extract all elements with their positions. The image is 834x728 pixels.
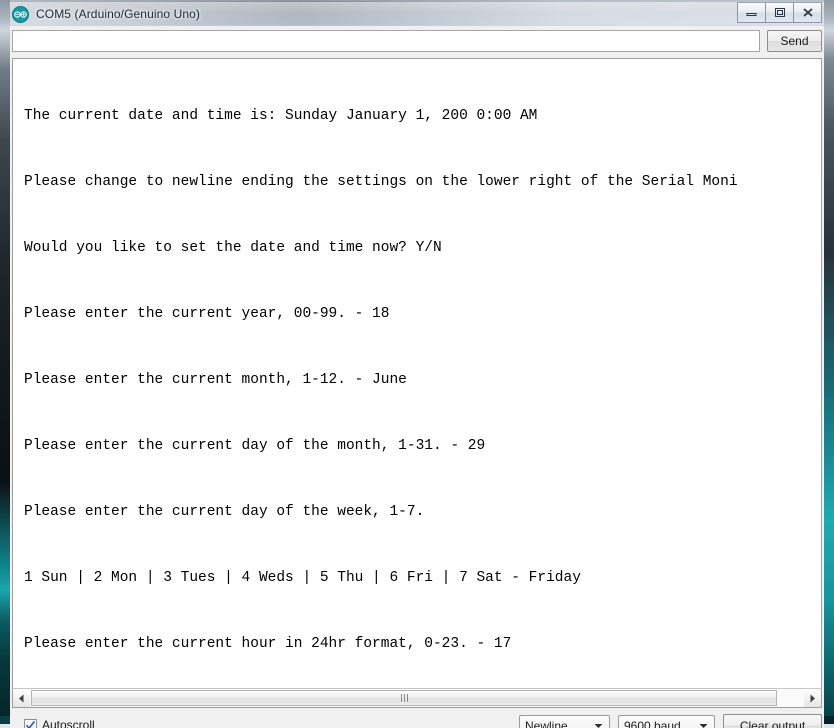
triangle-left-icon bbox=[19, 694, 24, 702]
statusbar: Autoscroll Newline 9600 baud Clear outpu… bbox=[10, 710, 824, 728]
send-row: Send bbox=[10, 26, 824, 58]
grip-icon bbox=[400, 694, 408, 702]
maximize-button[interactable] bbox=[765, 2, 794, 23]
console-line: The current date and time is: Sunday Jan… bbox=[24, 108, 538, 124]
autoscroll-toggle[interactable]: Autoscroll bbox=[24, 718, 95, 728]
console-line: Please enter the current year, 00-99. - … bbox=[24, 306, 390, 322]
scrollbar-track[interactable] bbox=[30, 689, 804, 707]
window-client-area: Send The current date and time is: Sunda… bbox=[10, 26, 824, 728]
send-button[interactable]: Send bbox=[767, 30, 822, 52]
arduino-logo-icon bbox=[12, 5, 29, 23]
desktop-background: COM5 (Arduino/Genuino Uno) Send The curr… bbox=[0, 0, 834, 728]
window-title: COM5 (Arduino/Genuino Uno) bbox=[36, 7, 201, 21]
line-ending-value: Newline bbox=[525, 718, 568, 728]
titlebar[interactable]: COM5 (Arduino/Genuino Uno) bbox=[10, 2, 824, 26]
maximize-icon bbox=[774, 8, 785, 17]
chevron-down-icon bbox=[594, 716, 603, 728]
console-line: Please enter the current day of the mont… bbox=[24, 438, 486, 454]
console-line: Please enter the current day of the week… bbox=[24, 504, 425, 520]
console-line: Please enter the current hour in 24hr fo… bbox=[24, 636, 512, 652]
chevron-down-icon bbox=[699, 716, 708, 728]
serial-send-input[interactable] bbox=[12, 30, 760, 52]
scroll-right-button[interactable] bbox=[804, 689, 821, 707]
close-button[interactable] bbox=[793, 2, 822, 23]
window-border-right bbox=[824, 0, 834, 724]
scroll-left-button[interactable] bbox=[13, 689, 30, 707]
serial-monitor-window: COM5 (Arduino/Genuino Uno) Send The curr… bbox=[0, 0, 834, 728]
console-line: Please change to newline ending the sett… bbox=[24, 174, 738, 190]
horizontal-scrollbar[interactable] bbox=[12, 688, 822, 708]
close-icon bbox=[802, 8, 813, 17]
clear-output-button[interactable]: Clear output bbox=[723, 714, 822, 728]
console-text-block: The current date and time is: Sunday Jan… bbox=[13, 59, 821, 688]
console-line: 1 Sun | 2 Mon | 3 Tues | 4 Weds | 5 Thu … bbox=[24, 570, 581, 586]
window-border-left bbox=[0, 0, 10, 724]
triangle-right-icon bbox=[810, 694, 815, 702]
statusbar-controls: Newline 9600 baud Clear output bbox=[519, 714, 822, 728]
console-line: Please enter the current month, 1-12. - … bbox=[24, 372, 407, 388]
minimize-button[interactable] bbox=[737, 2, 766, 23]
autoscroll-label: Autoscroll bbox=[42, 718, 95, 728]
console-line: Would you like to set the date and time … bbox=[24, 240, 442, 256]
serial-output-console[interactable]: The current date and time is: Sunday Jan… bbox=[12, 58, 822, 688]
line-ending-dropdown[interactable]: Newline bbox=[519, 714, 610, 728]
autoscroll-checkbox[interactable] bbox=[24, 718, 37, 728]
window-controls bbox=[737, 2, 822, 23]
scrollbar-thumb[interactable] bbox=[31, 690, 777, 706]
checkmark-icon bbox=[25, 720, 36, 728]
baud-rate-dropdown[interactable]: 9600 baud bbox=[618, 714, 715, 728]
minimize-icon bbox=[746, 13, 757, 16]
baud-rate-value: 9600 baud bbox=[624, 718, 681, 728]
